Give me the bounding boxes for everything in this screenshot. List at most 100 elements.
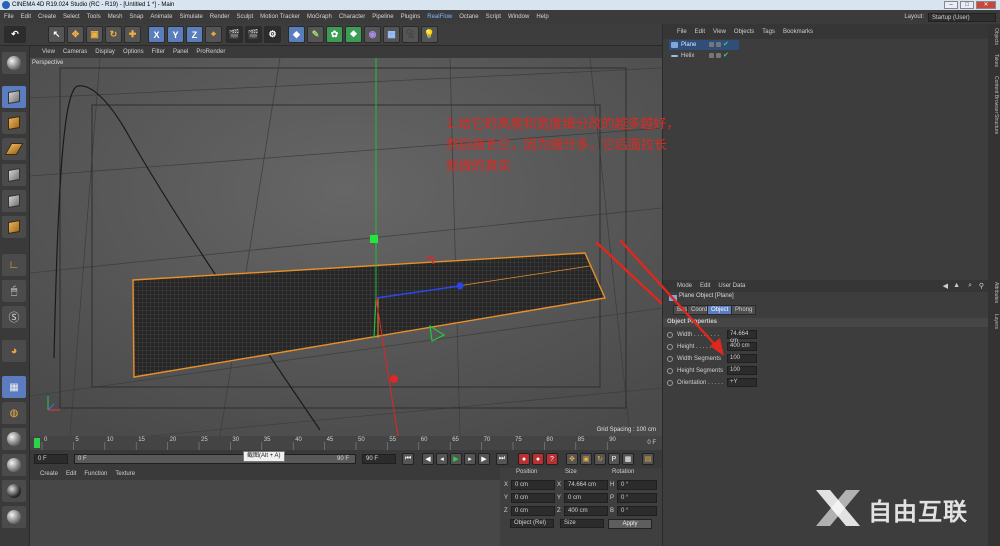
timeline-window-icon[interactable]: ▤ — [642, 453, 654, 465]
timeline-ruler[interactable]: 0 5 10 15 20 25 30 35 40 45 50 55 60 65 70 75 80 85 90 0 F — [30, 436, 662, 450]
enabled-check-icon[interactable]: ✔ — [723, 51, 729, 61]
object-menu-file[interactable]: File — [677, 29, 687, 35]
material-sphere-icon-2[interactable] — [2, 454, 26, 476]
autokey-icon[interactable]: ● — [532, 453, 544, 465]
coord-size-y-field[interactable]: 0 cm — [564, 493, 608, 503]
apply-button[interactable]: Apply — [608, 519, 652, 529]
light-icon[interactable]: 💡 — [421, 26, 438, 43]
grid-lock-icon[interactable]: ▦ — [2, 376, 26, 398]
viewport-menu-prorender[interactable]: ProRender — [196, 49, 225, 55]
render-picture-viewer-icon[interactable]: 🎬 — [245, 26, 262, 43]
right-tab-takes[interactable]: Takes — [989, 54, 999, 67]
layer-dot-icon[interactable] — [709, 42, 714, 47]
coord-size-z-field[interactable]: 400 cm — [564, 506, 608, 516]
enabled-check-icon[interactable]: ✔ — [723, 40, 729, 50]
layout-dropdown[interactable]: Startup (User) — [928, 12, 996, 22]
coord-position-y-field[interactable]: 0 cm — [511, 493, 555, 503]
pen-icon[interactable]: ✎ — [307, 26, 324, 43]
property-value-field[interactable]: 74.664 cm — [727, 330, 757, 344]
material-sphere-icon-1[interactable] — [2, 428, 26, 450]
prev-key-icon[interactable]: ◀ — [422, 453, 434, 465]
object-menu-edit[interactable]: Edit — [695, 29, 705, 35]
goto-start-icon[interactable]: ⏮ — [402, 453, 414, 465]
scale-tool-icon[interactable]: ▣ — [86, 26, 103, 43]
coord-size-dropdown[interactable]: Size — [560, 519, 604, 528]
coord-size-x-field[interactable]: 74.664 cm — [564, 480, 608, 490]
coord-rotation-h-field[interactable]: 0 ° — [617, 480, 657, 490]
coordinate-system-icon[interactable]: ⌖ — [205, 26, 222, 43]
right-tab-objects[interactable]: Objects — [989, 28, 999, 45]
snap-icon[interactable]: Ⓢ — [2, 306, 26, 328]
next-frame-icon[interactable]: ▸ — [464, 453, 476, 465]
material-menu-function[interactable]: Function — [84, 471, 107, 477]
key-parameter-icon[interactable]: P — [608, 453, 620, 465]
prev-frame-icon[interactable]: ◂ — [436, 453, 448, 465]
right-tab-layers[interactable]: Layers — [989, 314, 999, 329]
menu-character[interactable]: Character — [339, 14, 365, 20]
menu-pipeline[interactable]: Pipeline — [372, 14, 393, 20]
visibility-dot-icon[interactable] — [716, 42, 721, 47]
edges-mode-icon[interactable] — [2, 190, 26, 212]
points-mode-icon[interactable] — [2, 164, 26, 186]
z-axis-knob[interactable] — [456, 282, 464, 290]
viewport-menu-options[interactable]: Options — [123, 49, 144, 55]
x-axis-lock-button[interactable]: X — [148, 26, 165, 43]
menu-realflow[interactable]: RealFlow — [427, 14, 452, 20]
menu-snap[interactable]: Snap — [129, 14, 143, 20]
enable-axis-icon[interactable]: ∟ — [2, 254, 26, 276]
lock-icon[interactable]: ⚲ — [979, 282, 984, 290]
animation-dot-icon[interactable] — [667, 368, 673, 374]
viewport-menu-cameras[interactable]: Cameras — [63, 49, 87, 55]
right-tab-structure[interactable]: Structure — [989, 114, 999, 134]
viewport-menu-view[interactable]: View — [42, 49, 55, 55]
material-menu-edit[interactable]: Edit — [66, 471, 76, 477]
key-rotation-icon[interactable]: ↻ — [594, 453, 606, 465]
menu-render[interactable]: Render — [210, 14, 230, 20]
object-menu-objects[interactable]: Objects — [734, 29, 754, 35]
viewport-menu-panel[interactable]: Panel — [173, 49, 188, 55]
recent-tool-icon[interactable]: ✚ — [124, 26, 141, 43]
menu-sculpt[interactable]: Sculpt — [236, 14, 253, 20]
property-value-field[interactable]: +Y — [727, 378, 757, 387]
workplane-mode-icon[interactable] — [2, 138, 26, 160]
menu-tools[interactable]: Tools — [87, 14, 101, 20]
close-button[interactable]: ✕ — [976, 1, 996, 9]
y-axis-lock-button[interactable]: Y — [167, 26, 184, 43]
z-axis-lock-button[interactable]: Z — [186, 26, 203, 43]
coord-position-x-field[interactable]: 0 cm — [511, 480, 555, 490]
record-key-icon[interactable]: ● — [518, 453, 530, 465]
key-position-icon[interactable]: ✥ — [566, 453, 578, 465]
menu-edit[interactable]: Edit — [21, 14, 31, 20]
menu-select[interactable]: Select — [63, 14, 80, 20]
next-key-icon[interactable]: ▶ — [478, 453, 490, 465]
property-value-field[interactable]: 100 — [727, 366, 757, 375]
coord-position-z-field[interactable]: 0 cm — [511, 506, 555, 516]
preview-range-slider[interactable]: 0 F 90 F — [74, 454, 356, 464]
current-frame-field[interactable]: 0 F — [34, 454, 68, 464]
menu-plugins[interactable]: Plugins — [401, 14, 421, 20]
undo-icon[interactable]: ↶ — [4, 26, 26, 43]
coord-rotation-b-field[interactable]: 0 ° — [617, 506, 657, 516]
object-menu-bookmarks[interactable]: Bookmarks — [783, 29, 813, 35]
key-scale-icon[interactable]: ▣ — [580, 453, 592, 465]
menu-motion-tracker[interactable]: Motion Tracker — [260, 14, 300, 20]
material-manager-area[interactable] — [30, 480, 500, 546]
menu-file[interactable]: File — [4, 14, 14, 20]
texture-mode-icon[interactable] — [2, 112, 26, 134]
menu-octane[interactable]: Octane — [459, 14, 478, 20]
material-sphere-icon-3[interactable] — [2, 480, 26, 502]
x-axis-knob[interactable] — [390, 375, 398, 383]
menu-mograph[interactable]: MoGraph — [307, 14, 332, 20]
sculpt-icon[interactable]: ◕ — [2, 340, 26, 362]
menu-create[interactable]: Create — [38, 14, 56, 20]
rotate-tool-icon[interactable]: ↻ — [105, 26, 122, 43]
goto-end-icon[interactable]: ⏭ — [496, 453, 508, 465]
layer-dot-icon[interactable] — [709, 53, 714, 58]
material-menu-texture[interactable]: Texture — [115, 471, 135, 477]
end-frame-field[interactable]: 90 F — [362, 454, 396, 464]
select-tool-icon[interactable]: ↖ — [48, 26, 65, 43]
key-pla-icon[interactable]: ▦ — [622, 453, 634, 465]
menu-help[interactable]: Help — [536, 14, 548, 20]
y-axis-knob[interactable] — [370, 235, 378, 243]
maximize-button[interactable]: □ — [960, 1, 974, 9]
